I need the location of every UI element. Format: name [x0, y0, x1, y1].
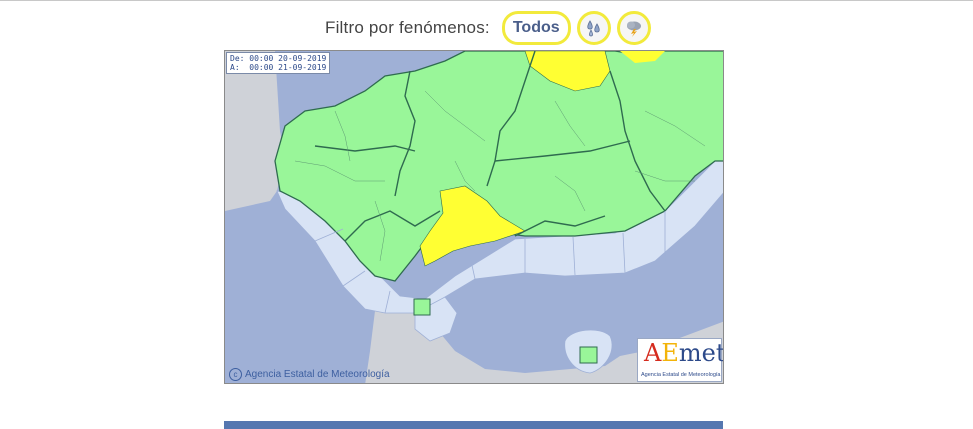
copyright-text: Agencia Estatal de Meteorología: [245, 369, 390, 380]
rain-drops-icon: [587, 20, 600, 37]
filter-label: Filtro por fenómenos:: [325, 18, 490, 37]
phenomena-filter: Filtro por fenómenos: Todos: [325, 11, 651, 45]
top-divider: [0, 0, 973, 1]
ceuta-box: [413, 298, 431, 316]
alboran-box: [579, 346, 598, 364]
date-to-label: A:: [230, 63, 240, 72]
portugal-land: [225, 51, 285, 211]
copyright-notice: c Agencia Estatal de Meteorología: [229, 368, 390, 381]
logo-wordmark: AEmet: [644, 339, 724, 367]
filter-all-button[interactable]: Todos: [501, 11, 571, 45]
copyright-icon: c: [229, 368, 242, 381]
andalusia-map: [225, 51, 723, 383]
aemet-logo: AEmet Agencia Estatal de Meteorología: [637, 338, 724, 382]
warnings-map[interactable]: De: 00:00 20-09-2019 A: 00:00 21-09-2019…: [224, 50, 724, 384]
bottom-panel-bar: [224, 421, 723, 429]
storm-cloud-icon: [626, 21, 641, 37]
date-to: 00:00 21-09-2019: [249, 63, 327, 72]
filter-rain-button[interactable]: [576, 11, 611, 45]
date-from: 00:00 20-09-2019: [249, 54, 327, 63]
validity-period: De: 00:00 20-09-2019 A: 00:00 21-09-2019: [226, 52, 331, 74]
filter-storm-button[interactable]: [616, 11, 651, 45]
date-from-label: De:: [230, 54, 245, 63]
logo-subtitle: Agencia Estatal de Meteorología: [641, 372, 721, 378]
